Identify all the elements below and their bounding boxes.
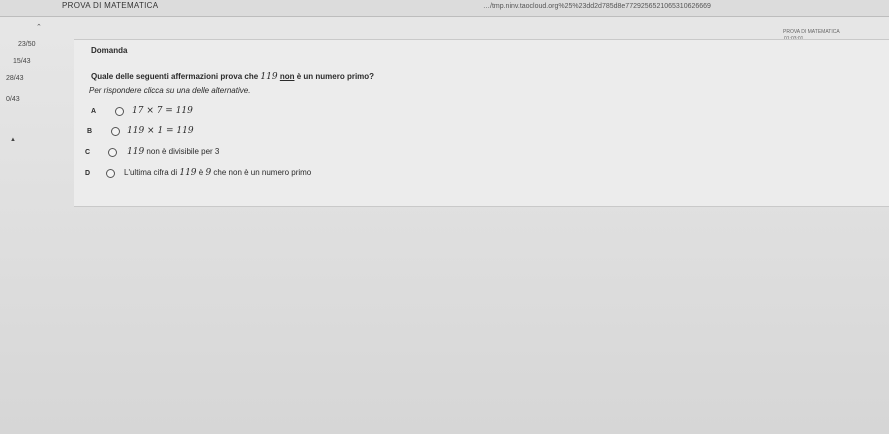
option-c-text: 119 non è divisibile per 3	[127, 147, 219, 157]
option-c-radio[interactable]	[108, 148, 117, 157]
option-d-radio[interactable]	[106, 169, 115, 178]
collapse-icon[interactable]: ⌃	[36, 23, 42, 31]
top-bar: PROVA DI MATEMATICA …/tmp.ninv.taocloud.…	[0, 0, 889, 17]
question-text-before: Quale delle seguenti affermazioni prova …	[91, 72, 259, 81]
scroll-up-icon[interactable]: ▲	[10, 137, 16, 143]
option-a-letter: A	[91, 107, 97, 115]
option-d-text: L'ultima cifra di 119 è 9 che non è un n…	[124, 168, 311, 178]
section-label: Domanda	[91, 46, 128, 55]
sidebar-item-section-1[interactable]: 23/50	[18, 41, 36, 48]
question-number: 119	[260, 72, 278, 82]
question-text: Quale delle seguenti affermazioni prova …	[91, 72, 374, 82]
option-d-label-2: è	[198, 168, 204, 177]
option-c-number: 119	[127, 147, 145, 157]
sidebar-item-section-4[interactable]: 0/43	[6, 96, 20, 103]
sidebar-item-section-3[interactable]: 28/43	[6, 75, 24, 82]
panel-divider	[74, 206, 889, 207]
option-d-digit: 9	[205, 168, 212, 178]
app-title: PROVA DI MATEMATICA	[62, 1, 159, 10]
instructions: Per rispondere clicca su una delle alter…	[89, 86, 251, 95]
option-d-letter: D	[85, 169, 91, 177]
option-a-radio[interactable]	[115, 107, 124, 116]
test-title: PROVA DI MATEMATICA	[783, 29, 840, 35]
option-d-label-1: L'ultima cifra di	[124, 168, 178, 177]
question-panel	[74, 39, 889, 207]
option-b-math: 119 × 1 = 119	[127, 126, 194, 136]
option-b-letter: B	[87, 127, 93, 135]
option-a-math: 17 × 7 = 119	[132, 106, 193, 116]
sidebar-item-section-2[interactable]: 15/43	[13, 58, 31, 65]
option-d-label-3: che non è un numero primo	[213, 168, 312, 177]
question-negation: non	[279, 72, 295, 81]
option-c-letter: C	[85, 148, 91, 156]
url-text: …/tmp.ninv.taocloud.org%25%23dd2d785d8e7…	[483, 3, 711, 10]
question-text-after: è un numero primo?	[296, 72, 375, 81]
option-c-label: non è divisibile per 3	[146, 147, 220, 156]
option-b-radio[interactable]	[111, 127, 120, 136]
option-d-number: 119	[179, 168, 197, 178]
